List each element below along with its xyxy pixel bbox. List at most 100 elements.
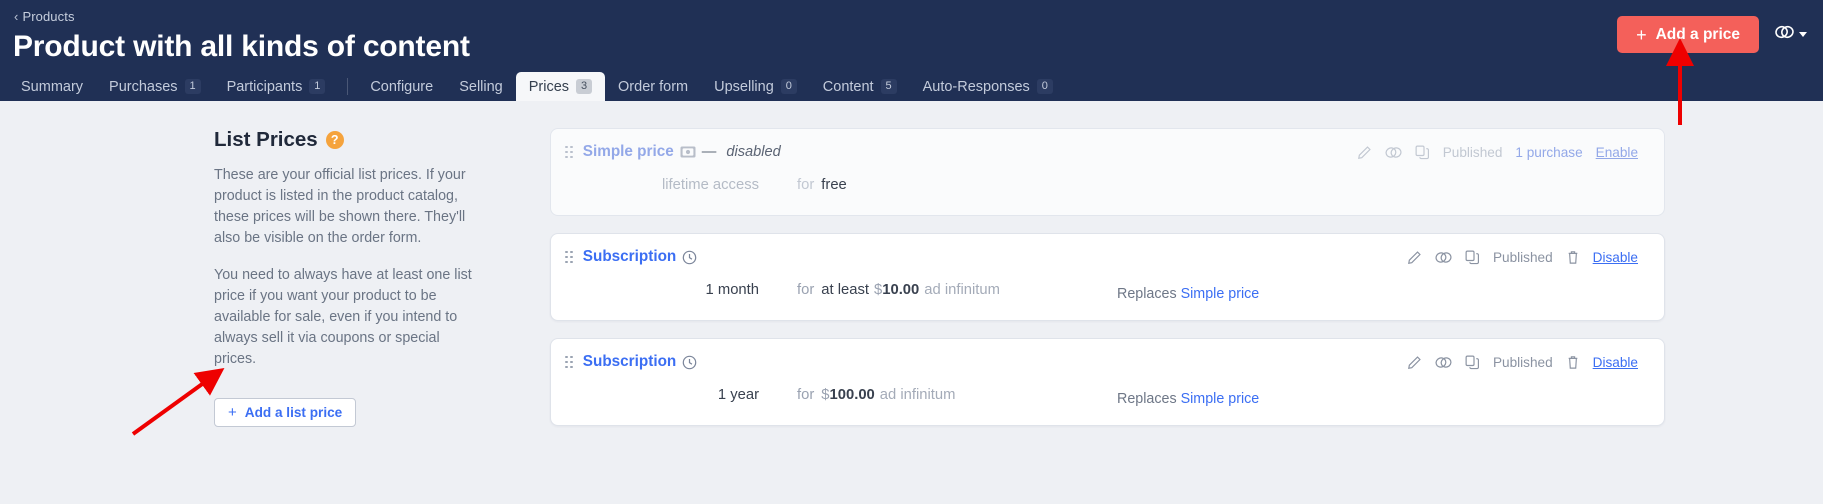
status-badge: Published [1492,355,1553,370]
tab-bar: Summary Purchases 1 Participants 1 Configure S… [8,72,1066,101]
tab-order-form[interactable]: Order form [605,72,701,101]
breadcrumb-back-chevron-icon: ‹ [14,9,19,24]
tab-label: Auto-Responses [922,78,1030,95]
add-list-price-button[interactable]: + Add a list price [214,398,357,427]
price-duration: 1 month [705,282,759,298]
price-amount: $10.00 [874,282,920,298]
price-terms: 1 month for at least $10.00 ad infinitum [551,278,1664,302]
delete-icon[interactable] [1566,250,1580,265]
price-for-label: for [797,387,815,403]
plus-icon: + [1636,24,1647,45]
chevron-down-icon [1799,32,1807,37]
link-icon[interactable] [1435,356,1452,369]
delete-icon[interactable] [1566,355,1580,370]
drag-handle[interactable] [565,355,573,369]
price-type-link[interactable]: Simple price [583,143,674,161]
list-prices-title: List Prices [214,128,318,151]
price-duration: lifetime access [661,177,759,193]
price-card: Subscription Published Disable 1 year for $10… [550,338,1665,426]
price-terms: 1 year for $100.00 ad infinitum [551,383,1664,407]
tab-label: Configure [370,78,434,95]
tab-configure[interactable]: Configure [357,72,446,101]
breadcrumb[interactable]: ‹ Products [14,9,75,24]
tab-badge: 0 [1036,79,1053,94]
separator-dash: — [701,144,717,160]
tab-content[interactable]: Content 5 [810,72,910,101]
main-content: List Prices ? These are your official li… [0,101,1823,504]
tab-auto-responses[interactable]: Auto-Responses 0 [910,72,1066,101]
tab-participants[interactable]: Participants 1 [214,72,339,101]
replaces-target-link[interactable]: Simple price [1181,286,1260,302]
tab-badge: 3 [576,79,593,94]
price-state-note: disabled [726,144,781,160]
price-suffix: ad infinitum [879,387,956,403]
drag-handle[interactable] [565,250,573,264]
price-for-label: for [797,177,815,193]
replaces-info: Replaces Simple price [1117,391,1259,407]
tab-label: Upselling [714,78,774,95]
tab-summary[interactable]: Summary [8,72,96,101]
banknote-icon [680,146,696,158]
tab-purchases[interactable]: Purchases 1 [96,72,214,101]
price-duration: 1 year [717,387,759,403]
list-prices-info-panel: List Prices ? These are your official li… [214,128,479,504]
price-card-actions: Published Disable [1407,250,1638,265]
price-type-link[interactable]: Subscription [583,248,676,266]
list-prices-description-1: These are your official list prices. If … [214,167,466,246]
clock-icon [682,250,697,265]
tab-label: Summary [21,78,84,95]
breadcrumb-label[interactable]: Products [22,9,74,24]
tab-separator [347,78,349,95]
duplicate-icon[interactable] [1465,355,1480,370]
list-prices-description-2: You need to always have at least one lis… [214,267,472,367]
link-icon[interactable] [1385,146,1402,159]
price-type-link[interactable]: Subscription [583,353,676,371]
replaces-target-link[interactable]: Simple price [1181,391,1260,407]
tab-badge: 0 [780,79,797,94]
share-link-menu[interactable] [1775,25,1807,44]
edit-icon[interactable] [1407,250,1422,265]
tab-label: Purchases [109,78,178,95]
add-price-button-label: Add a price [1655,25,1740,43]
price-card-list: Simple price — disabled Published 1 purchase… [550,128,1665,504]
toggle-price-link[interactable]: Enable [1596,145,1638,160]
edit-icon[interactable] [1357,145,1372,160]
tab-selling[interactable]: Selling [446,72,516,101]
price-card: Subscription Published Disable 1 month for at… [550,233,1665,321]
add-price-button[interactable]: + Add a price [1617,16,1759,53]
replaces-info: Replaces Simple price [1117,286,1259,302]
status-badge: Published [1492,250,1553,265]
tab-badge: 1 [184,79,201,94]
tab-label: Order form [618,78,689,95]
drag-handle[interactable] [565,145,573,159]
price-card-actions: Published Disable [1407,355,1638,370]
price-suffix: ad infinitum [924,282,1000,298]
replaces-label: Replaces [1117,391,1177,407]
tab-label: Selling [459,78,503,95]
add-list-price-button-label: Add a list price [244,405,343,420]
help-icon[interactable]: ? [325,131,344,149]
toggle-price-link[interactable]: Disable [1593,355,1638,370]
link-icon[interactable] [1435,251,1452,264]
page-title: Product with all kinds of content [13,30,470,63]
duplicate-icon[interactable] [1465,250,1480,265]
page-header: ‹ Products Product with all kinds of con… [0,0,1823,101]
tab-badge: 1 [309,79,326,94]
purchases-link[interactable]: 1 purchase [1515,145,1582,160]
replaces-label: Replaces [1117,286,1177,302]
tab-label: Participants [226,78,303,95]
edit-icon[interactable] [1407,355,1422,370]
price-terms: lifetime access for free [551,173,1664,197]
header-actions: + Add a price [1617,16,1807,53]
tab-label: Content [822,78,874,95]
price-card: Simple price — disabled Published 1 purchase… [550,128,1665,216]
price-card-actions: Published 1 purchase Enable [1357,145,1638,160]
tab-badge: 5 [880,79,897,94]
clock-icon [682,355,697,370]
toggle-price-link[interactable]: Disable [1593,250,1638,265]
tab-upselling[interactable]: Upselling 0 [701,72,810,101]
duplicate-icon[interactable] [1415,145,1430,160]
list-prices-heading: List Prices ? [214,128,479,152]
tab-prices[interactable]: Prices 3 [515,72,606,101]
plus-icon: + [228,404,237,421]
